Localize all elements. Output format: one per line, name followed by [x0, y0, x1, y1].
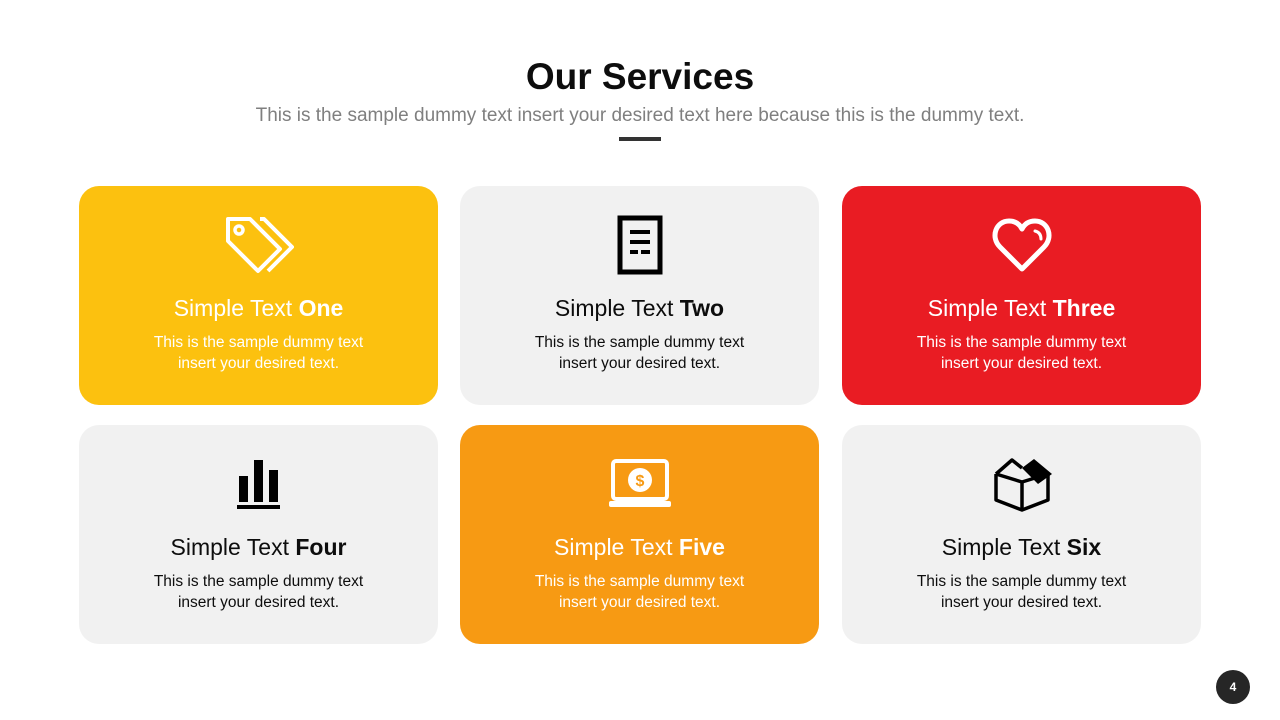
slide: Our Services This is the sample dummy te…	[0, 0, 1280, 720]
service-card-six: Simple Text Six This is the sample dummy…	[842, 425, 1201, 644]
price-tags-icon	[79, 214, 438, 276]
card-heading: Simple Text Three	[927, 295, 1116, 321]
service-card-two: Simple Text Two This is the sample dummy…	[460, 186, 819, 405]
service-card-three: Simple Text Three This is the sample dum…	[842, 186, 1201, 405]
card-heading: Simple Text Six	[941, 534, 1102, 560]
card-description: This is the sample dummy text insert you…	[153, 573, 364, 611]
card-description: This is the sample dummy text insert you…	[153, 334, 364, 372]
card-heading: Simple Text One	[173, 295, 344, 321]
laptop-dollar-icon: $	[460, 453, 819, 515]
page-title: Our Services	[525, 56, 755, 97]
heart-icon	[842, 214, 1201, 276]
bar-chart-icon	[79, 453, 438, 515]
page-number-badge: 4	[1216, 670, 1250, 704]
document-icon	[460, 214, 819, 276]
service-card-five: $ Simple Text Five This is the sample du…	[460, 425, 819, 644]
service-card-one: Simple Text One This is the sample dummy…	[79, 186, 438, 405]
page-subtitle: This is the sample dummy text insert you…	[255, 105, 1025, 126]
open-box-icon	[842, 453, 1201, 515]
card-description: This is the sample dummy text insert you…	[534, 573, 745, 611]
title-divider	[619, 137, 661, 141]
card-description: This is the sample dummy text insert you…	[534, 334, 745, 372]
svg-text:$: $	[635, 473, 644, 490]
card-description: This is the sample dummy text insert you…	[916, 334, 1127, 372]
card-heading: Simple Text Four	[170, 534, 347, 560]
card-heading: Simple Text Five	[554, 534, 725, 560]
card-heading: Simple Text Two	[554, 295, 725, 321]
card-description: This is the sample dummy text insert you…	[916, 573, 1127, 611]
service-card-four: Simple Text Four This is the sample dumm…	[79, 425, 438, 644]
